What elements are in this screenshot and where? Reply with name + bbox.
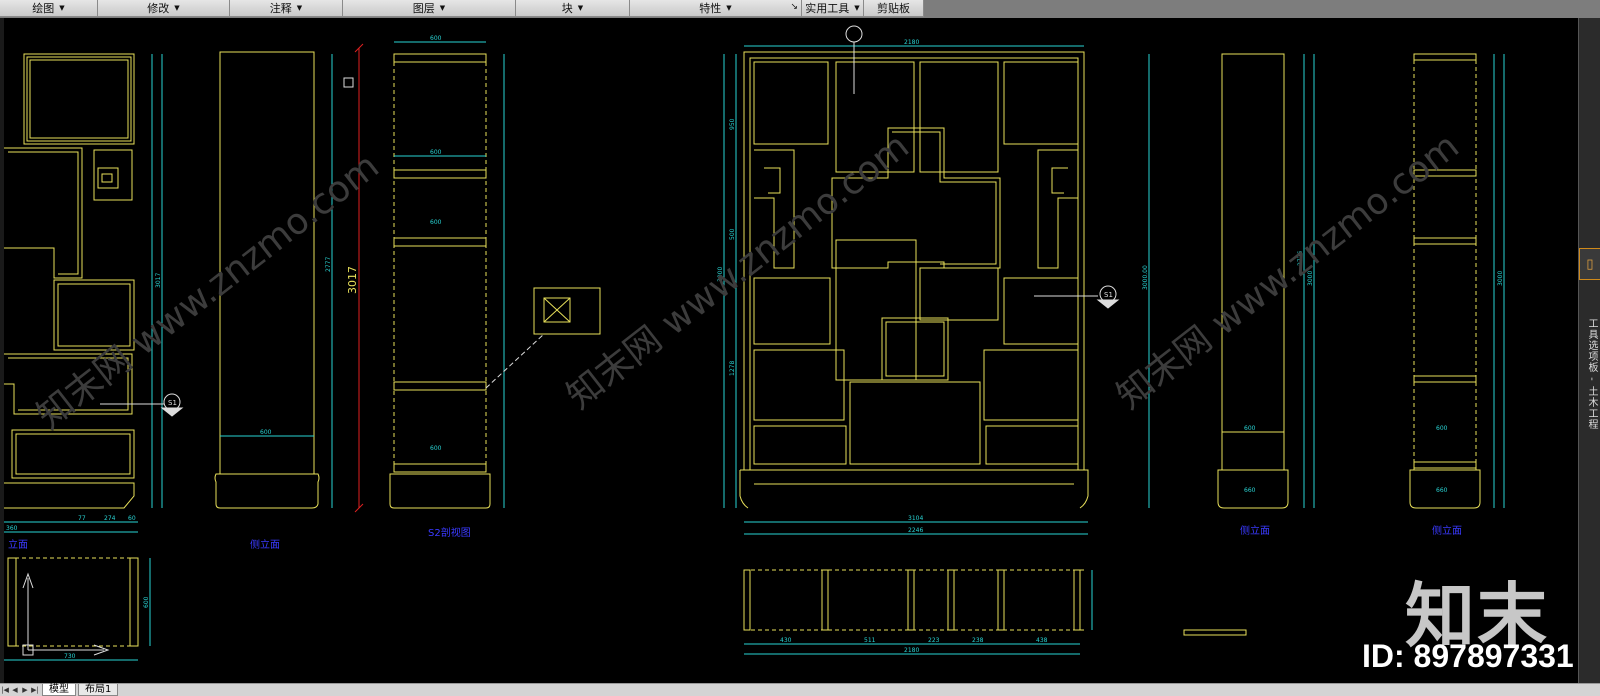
ribbon-panel-label: 修改	[147, 2, 170, 15]
left-elevation-partial	[4, 53, 135, 509]
svg-text:3017: 3017	[155, 273, 162, 288]
svg-text:730: 730	[64, 653, 76, 660]
drawing-canvas[interactable]: 侧立面 S2剖视图 侧立面 侧立面 立面 3017 3017 2777 600 …	[4, 18, 1578, 683]
dropdown-arrow-icon: ▼	[59, 4, 65, 12]
svg-text:3000: 3000	[1497, 271, 1504, 286]
svg-text:600: 600	[260, 429, 272, 436]
tab-next-icon[interactable]: ▶	[20, 685, 30, 695]
tab-first-icon[interactable]: |◀	[0, 685, 10, 695]
svg-text:950: 950	[729, 118, 736, 130]
ucs-icon	[22, 572, 110, 656]
ribbon-panel-label: 绘图	[32, 2, 55, 15]
side-elevation-3	[1409, 53, 1481, 509]
main-front-elevation	[739, 51, 1089, 509]
ribbon-panel-properties[interactable]: 特性 ▼ ↘	[630, 0, 802, 17]
svg-text:274: 274	[104, 515, 116, 522]
cad-drawing: 侧立面 S2剖视图 侧立面 侧立面 立面 3017 3017 2777 600 …	[4, 25, 1505, 661]
dropdown-arrow-icon: ▼	[854, 4, 860, 12]
svg-text:360: 360	[6, 525, 18, 532]
s2-profile-view	[389, 53, 601, 509]
ribbon-panel-draw[interactable]: 绘图 ▼	[0, 0, 98, 17]
ribbon-panel-label: 剪贴板	[877, 2, 910, 15]
tab-layout1[interactable]: 布局1	[78, 684, 119, 696]
layout-tabs-bar: |◀ ◀ ▶ ▶| 模型 布局1	[0, 683, 1600, 696]
image-id-label: ID: 897897331	[1362, 638, 1574, 674]
tool-palette-strip[interactable]: ▯ 工具选项板 - 土木工程	[1578, 18, 1600, 683]
ribbon-panel-clipboard[interactable]: 剪贴板	[864, 0, 924, 17]
tab-prev-icon[interactable]: ◀	[10, 685, 20, 695]
svg-text:600: 600	[1244, 425, 1256, 432]
label-side-elevation-2: 侧立面	[1240, 524, 1270, 537]
svg-text:3000.00: 3000.00	[1142, 265, 1149, 290]
section-mark-s1-right: S1	[1104, 291, 1113, 299]
svg-text:600: 600	[430, 35, 442, 42]
svg-text:430: 430	[780, 637, 792, 644]
plan-view-main	[743, 569, 1247, 636]
svg-text:600: 600	[430, 445, 442, 452]
ribbon-panel-label: 块	[561, 2, 573, 15]
svg-text:2777: 2777	[325, 257, 332, 272]
ribbon-panel-block[interactable]: 块 ▼	[516, 0, 630, 17]
ribbon-panel-label: 注释	[269, 2, 292, 15]
red-height-text: 3017	[346, 266, 359, 294]
tab-model[interactable]: 模型	[42, 684, 76, 696]
label-side-elevation-3: 侧立面	[1432, 524, 1462, 537]
tab-last-icon[interactable]: ▶|	[30, 685, 40, 695]
svg-text:2180: 2180	[904, 647, 919, 654]
svg-text:3104: 3104	[908, 515, 923, 522]
palette-toggle-icon[interactable]: ▯	[1579, 248, 1600, 280]
svg-text:600: 600	[430, 219, 442, 226]
svg-text:60: 60	[128, 515, 136, 522]
dropdown-arrow-icon: ▼	[439, 4, 446, 12]
svg-text:660: 660	[1244, 487, 1256, 494]
svg-text:600: 600	[1436, 425, 1448, 432]
dimension-text: 3017 2777 600 600 600 600 600 2180 3000 …	[6, 35, 1504, 660]
section-marker-top	[845, 25, 863, 94]
dropdown-arrow-icon: ▼	[174, 4, 180, 12]
svg-text:223: 223	[928, 637, 940, 644]
svg-text:77: 77	[78, 515, 86, 522]
ribbon-panel-label: 特性	[699, 2, 722, 15]
svg-text:238: 238	[972, 637, 984, 644]
detail-leader	[485, 333, 545, 389]
ribbon-panel-layers[interactable]: 图层 ▼	[343, 0, 516, 17]
svg-text:511: 511	[864, 637, 876, 644]
label-left-view: 立面	[8, 538, 28, 551]
label-s2-profile: S2剖视图	[428, 526, 471, 539]
svg-text:1278: 1278	[729, 361, 736, 376]
dropdown-arrow-icon: ▼	[296, 4, 303, 12]
svg-text:438: 438	[1036, 637, 1048, 644]
ribbon-panel-utilities[interactable]: 实用工具 ▼	[802, 0, 864, 17]
label-side-elevation-1: 侧立面	[250, 538, 280, 551]
ribbon-panel-annotate[interactable]: 注释 ▼	[230, 0, 343, 17]
svg-text:600: 600	[430, 149, 442, 156]
palette-title: 工具选项板 - 土木工程	[1586, 318, 1597, 430]
ribbon-panel-label: 图层	[412, 2, 435, 15]
ribbon-panel-bar: 绘图 ▼ 修改 ▼ 注释 ▼ 图层 ▼ 块 ▼ 特性 ▼ ↘ 实用工具 ▼ 剪贴板	[0, 0, 1600, 18]
ribbon-panel-modify[interactable]: 修改 ▼	[98, 0, 230, 17]
dropdown-arrow-icon: ▼	[726, 4, 732, 12]
panel-launcher-icon[interactable]: ↘	[790, 2, 798, 12]
svg-text:2180: 2180	[904, 39, 919, 46]
svg-text:2246: 2246	[908, 527, 923, 534]
svg-text:660: 660	[1436, 487, 1448, 494]
section-mark-s1-left: S1	[168, 399, 177, 407]
svg-text:600: 600	[143, 596, 150, 608]
dropdown-arrow-icon: ▼	[577, 4, 584, 12]
ribbon-panel-label: 实用工具	[805, 2, 850, 15]
